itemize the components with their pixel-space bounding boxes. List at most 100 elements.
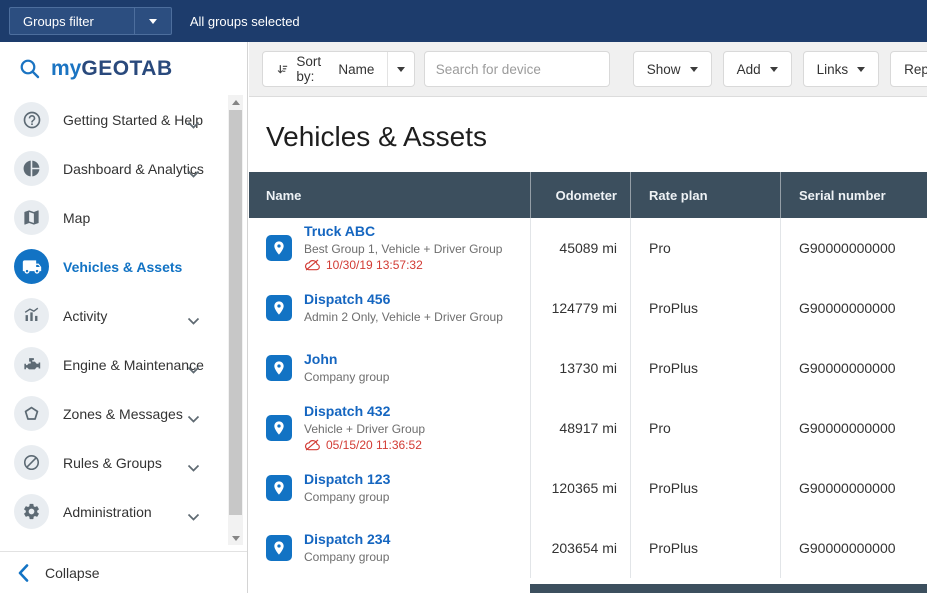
vehicle-name-link[interactable]: Truck ABC [304, 223, 502, 241]
scroll-up-arrow[interactable] [228, 95, 243, 109]
report-button-label: Report [904, 61, 927, 77]
vehicle-name-link[interactable]: Dispatch 234 [304, 531, 390, 549]
sidebar-item-label: Dashboard & Analytics [63, 160, 204, 177]
sort-by-value: Name [338, 61, 375, 77]
sort-by-dropdown[interactable]: Sort by: Name [262, 51, 415, 87]
vehicle-groups: Company group [304, 369, 390, 384]
sort-by-label: Sort by: [296, 54, 322, 84]
vehicle-name-link[interactable]: Dispatch 432 [304, 403, 425, 421]
sidebar-nav: Getting Started & Help Dashboard & Analy… [0, 95, 228, 536]
rate-plan-cell: Pro [630, 398, 780, 458]
rate-plan-cell: ProPlus [630, 458, 780, 518]
chevron-down-icon[interactable] [187, 361, 200, 379]
sidebar-item-label: Engine & Maintenance [63, 356, 204, 373]
show-button-label: Show [646, 61, 681, 77]
add-button[interactable]: Add [722, 51, 792, 87]
collapse-button[interactable]: Collapse [0, 551, 247, 593]
sidebar-item-zones-messages[interactable]: Zones & Messages [0, 389, 228, 438]
sidebar-item-dashboard[interactable]: Dashboard & Analytics [0, 144, 228, 193]
links-button-label: Links [816, 61, 849, 77]
gear-icon [14, 494, 49, 529]
vehicle-groups: Company group [304, 549, 390, 564]
table-row[interactable]: John Company group 13730 mi ProPlus G900… [249, 338, 927, 398]
sort-by-main[interactable]: Sort by: Name [263, 52, 387, 86]
name-cell: Dispatch 234 Company group [249, 518, 530, 578]
serial-number-cell: G90000000000 [780, 338, 927, 398]
table-row[interactable]: Truck ABC Best Group 1, Vehicle + Driver… [249, 218, 927, 278]
table-row[interactable]: Dispatch 432 Vehicle + Driver Group 05/1… [249, 398, 927, 458]
truck-icon [14, 249, 49, 284]
chevron-down-icon[interactable] [187, 312, 200, 330]
chevron-down-icon[interactable] [187, 116, 200, 134]
name-cell: Truck ABC Best Group 1, Vehicle + Driver… [249, 218, 530, 278]
offline-since-text: 05/15/20 11:36:52 [326, 437, 422, 452]
chevron-down-icon[interactable] [187, 165, 200, 183]
chevron-down-icon [769, 66, 778, 72]
vehicle-groups: Vehicle + Driver Group [304, 421, 426, 436]
sidebar-item-rules-groups[interactable]: Rules & Groups [0, 438, 228, 487]
vehicles-table: Name Odometer Rate plan Serial number Tr… [249, 172, 927, 593]
vehicle-groups: Best Group 1, Vehicle + Driver Group [304, 241, 503, 256]
engine-icon [14, 347, 49, 382]
sidebar-scrollbar[interactable] [228, 95, 243, 545]
name-cell: Dispatch 432 Vehicle + Driver Group 05/1… [249, 398, 530, 458]
sort-descending-icon [277, 64, 288, 73]
chevron-down-icon[interactable] [187, 508, 200, 526]
sidebar-item-engine-maintenance[interactable]: Engine & Maintenance [0, 340, 228, 389]
help-icon [14, 102, 49, 137]
chevron-down-icon[interactable] [135, 18, 171, 24]
scrollbar-thumb[interactable] [229, 110, 242, 515]
vehicle-groups: Company group [304, 489, 390, 504]
name-cell: John Company group [249, 338, 530, 398]
sidebar-item-label: Getting Started & Help [63, 111, 204, 128]
show-button[interactable]: Show [632, 51, 712, 87]
table-row[interactable]: Dispatch 123 Company group 120365 mi Pro… [249, 458, 927, 518]
chevron-down-icon[interactable] [187, 459, 200, 477]
mygeotab-app: Groups filter All groups selected myGEOT… [0, 0, 927, 593]
table-row[interactable]: Dispatch 456 Admin 2 Only, Vehicle + Dri… [249, 278, 927, 338]
rate-plan-cell: ProPlus [630, 518, 780, 578]
vehicle-name-link[interactable]: John [304, 351, 389, 369]
chevron-left-icon [18, 563, 29, 582]
sidebar-item-getting-started[interactable]: Getting Started & Help [0, 95, 228, 144]
offline-status: 10/30/19 13:57:32 [304, 258, 502, 273]
chevron-down-icon[interactable] [388, 52, 414, 86]
serial-number-cell: G90000000000 [780, 518, 927, 578]
odometer-cell: 120365 mi [530, 458, 630, 518]
vehicle-pin-icon [266, 295, 292, 321]
name-cell: Dispatch 456 Admin 2 Only, Vehicle + Dri… [249, 278, 530, 338]
sidebar-item-map[interactable]: Map [0, 193, 228, 242]
rate-plan-cell: ProPlus [630, 278, 780, 338]
search-input[interactable] [423, 51, 610, 87]
sidebar-item-vehicles-assets[interactable]: Vehicles & Assets [0, 242, 228, 291]
column-header-serial-number: Serial number [780, 172, 927, 218]
sidebar-item-administration[interactable]: Administration [0, 487, 228, 536]
rules-icon [14, 445, 49, 480]
groups-filter-dropdown[interactable]: Groups filter [9, 7, 172, 35]
logo-my: my [51, 57, 82, 80]
chevron-down-icon[interactable] [187, 410, 200, 428]
logo[interactable]: myGEOTAB [0, 42, 247, 95]
vehicle-pin-icon [266, 415, 292, 441]
table-row[interactable]: Dispatch 234 Company group 203654 mi Pro… [249, 518, 927, 578]
sidebar-item-label: Activity [63, 307, 108, 324]
vehicle-name-link[interactable]: Dispatch 123 [304, 471, 390, 489]
topbar: Groups filter All groups selected [0, 0, 927, 42]
vehicle-name-link[interactable]: Dispatch 456 [304, 291, 503, 309]
zones-icon [14, 396, 49, 431]
toolbar: Sort by: Name Show Add Links Report [249, 42, 927, 97]
sidebar-item-activity[interactable]: Activity [0, 291, 228, 340]
serial-number-cell: G90000000000 [780, 398, 927, 458]
column-header-rate-plan: Rate plan [630, 172, 780, 218]
vehicle-pin-icon [266, 355, 292, 381]
sidebar-item-label: Vehicles & Assets [63, 258, 183, 275]
map-icon [14, 200, 49, 235]
vehicle-pin-icon [266, 475, 292, 501]
name-cell: Dispatch 123 Company group [249, 458, 530, 518]
cloud-offline-icon [304, 439, 320, 451]
report-button[interactable]: Report [890, 51, 927, 87]
sidebar-item-label: Zones & Messages [63, 405, 183, 422]
scroll-down-arrow[interactable] [228, 531, 243, 545]
links-button[interactable]: Links [802, 51, 880, 87]
main-content: Sort by: Name Show Add Links Report Vehi… [249, 42, 927, 593]
